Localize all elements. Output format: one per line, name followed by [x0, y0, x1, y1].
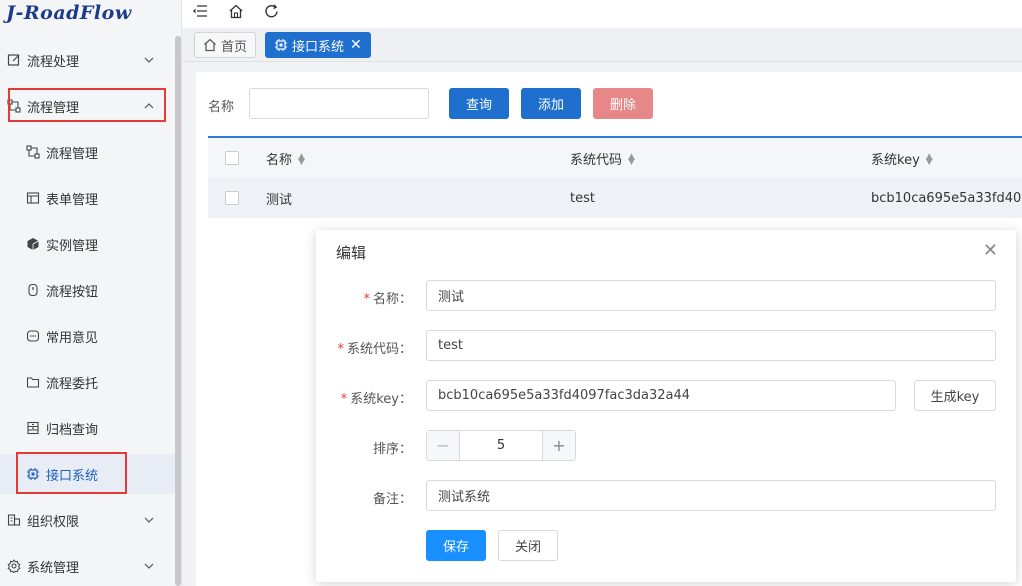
- order-value[interactable]: 5: [460, 431, 542, 460]
- edit-dialog: 编辑 ✕ * 名称： 测试 * 系统代码： test * 系统key： bcb10ca…: [316, 230, 1016, 582]
- sidebar-item-label: 流程处理: [27, 54, 80, 70]
- chip-icon: [274, 38, 288, 52]
- comment-icon: [26, 329, 40, 343]
- settings-icon: [7, 559, 21, 573]
- top-bar: [182, 0, 1022, 28]
- order-stepper: − 5 +: [426, 430, 576, 461]
- table-cell: test: [570, 190, 595, 206]
- search-input[interactable]: [249, 88, 429, 119]
- dialog-title: 编辑: [336, 244, 367, 262]
- flow-icon: [26, 145, 40, 159]
- chevron-down-icon: [143, 560, 155, 572]
- sidebar-item-label: 组织权限: [27, 514, 80, 530]
- sidebar-item-form-manage[interactable]: 表单管理: [0, 178, 175, 218]
- sidebar-item-label: 常用意见: [46, 330, 99, 346]
- tab-interface-system[interactable]: 接口系统 ✕: [265, 32, 371, 58]
- sidebar-item-common-comments[interactable]: 常用意见: [0, 316, 175, 356]
- chevron-down-icon: [143, 514, 155, 526]
- table-cell: bcb10ca695e5a33fd40: [871, 190, 1022, 206]
- chevron-up-icon: [143, 100, 155, 112]
- save-button[interactable]: 保存: [426, 530, 486, 561]
- sidebar-item-label: 流程按钮: [46, 284, 99, 300]
- search-label: 名称: [208, 100, 235, 115]
- edit-icon: [7, 53, 21, 67]
- column-header[interactable]: 系统key ▲ ▼: [871, 149, 933, 168]
- sidebar-item-flow-buttons[interactable]: 流程按钮: [0, 270, 175, 310]
- decrement-button[interactable]: −: [427, 431, 460, 460]
- folder-icon: [26, 375, 40, 389]
- name-field[interactable]: 测试: [426, 280, 996, 311]
- sidebar-item-label: 流程委托: [46, 376, 99, 392]
- table-row[interactable]: 测试 test bcb10ca695e5a33fd40: [208, 178, 1022, 218]
- sidebar-item-flow-delegate[interactable]: 流程委托: [0, 362, 175, 402]
- sidebar-item-system-manage[interactable]: 系统管理: [0, 546, 175, 586]
- app-logo: J-RoadFlow: [6, 2, 132, 24]
- form-icon: [26, 191, 40, 205]
- menu-collapse-icon[interactable]: [190, 2, 210, 20]
- sidebar-item-label: 实例管理: [46, 238, 99, 254]
- table-header-row: 名称 ▲ ▼ 系统代码 ▲ ▼ 系统key ▲ ▼: [208, 138, 1022, 178]
- tab-home[interactable]: 首页: [194, 32, 257, 58]
- close-button[interactable]: 关闭: [498, 530, 558, 561]
- tab-bar: 首页 接口系统 ✕: [182, 28, 1022, 62]
- increment-button[interactable]: +: [542, 431, 575, 460]
- sidebar-item-label: 归档查询: [46, 422, 99, 438]
- tab-label: 首页: [221, 39, 248, 55]
- table-cell: 测试: [266, 192, 293, 208]
- home-icon[interactable]: [226, 2, 246, 20]
- tab-label: 接口系统: [292, 39, 345, 55]
- sidebar-item-org-permission[interactable]: 组织权限: [0, 500, 175, 540]
- refresh-icon[interactable]: [262, 2, 282, 20]
- sidebar-item-label: 接口系统: [46, 468, 99, 484]
- sidebar-item-label: 流程管理: [46, 146, 99, 162]
- chip-icon: [26, 467, 40, 481]
- code-field[interactable]: test: [426, 330, 996, 361]
- sidebar-item-label: 流程管理: [27, 100, 80, 116]
- cube-icon: [26, 237, 40, 251]
- sidebar-item-archive-query[interactable]: 归档查询: [0, 408, 175, 448]
- note-label: 备注：: [372, 492, 412, 507]
- note-field[interactable]: 测试系统: [426, 480, 996, 511]
- delete-button[interactable]: 删除: [593, 88, 653, 119]
- key-field[interactable]: bcb10ca695e5a33fd4097fac3da32a44: [426, 380, 896, 411]
- sort-icon: ▲ ▼: [628, 152, 635, 167]
- sidebar-scrollbar[interactable]: [175, 36, 181, 586]
- chevron-down-icon: [143, 54, 155, 66]
- flow-icon: [7, 99, 21, 113]
- column-header[interactable]: 名称 ▲ ▼: [266, 149, 305, 168]
- sidebar-item-flow-manage[interactable]: 流程管理: [0, 132, 175, 172]
- sort-icon: ▲ ▼: [298, 152, 305, 167]
- org-icon: [7, 513, 21, 527]
- sidebar: J-RoadFlow 流程处理 流程管理 流程管理 表单管理 实例管理 流程按钮…: [0, 0, 182, 586]
- sidebar-item-flow-process[interactable]: 流程处理: [0, 40, 175, 80]
- close-icon[interactable]: ✕: [350, 37, 362, 53]
- sidebar-item-interface-system[interactable]: 接口系统: [0, 454, 175, 494]
- code-label: * 系统代码：: [337, 342, 412, 357]
- row-checkbox[interactable]: [225, 191, 239, 205]
- sidebar-item-instance-manage[interactable]: 实例管理: [0, 224, 175, 264]
- sidebar-item-label: 表单管理: [46, 192, 99, 208]
- sort-icon: ▲ ▼: [925, 152, 933, 167]
- order-label: 排序：: [372, 442, 412, 457]
- generate-key-button[interactable]: 生成key: [914, 380, 996, 411]
- sidebar-item-label: 系统管理: [27, 560, 80, 576]
- archive-icon: [26, 421, 40, 435]
- column-header[interactable]: 系统代码 ▲ ▼: [570, 149, 635, 168]
- home-icon: [203, 38, 217, 52]
- name-label: * 名称：: [363, 292, 412, 307]
- close-icon[interactable]: ✕: [983, 240, 998, 261]
- add-button[interactable]: 添加: [521, 88, 581, 119]
- query-button[interactable]: 查询: [449, 88, 509, 119]
- select-all-checkbox[interactable]: [225, 151, 239, 165]
- sidebar-item-flow-manage-group[interactable]: 流程管理: [0, 86, 175, 126]
- key-label: * 系统key：: [340, 392, 412, 407]
- button-icon: [26, 283, 40, 297]
